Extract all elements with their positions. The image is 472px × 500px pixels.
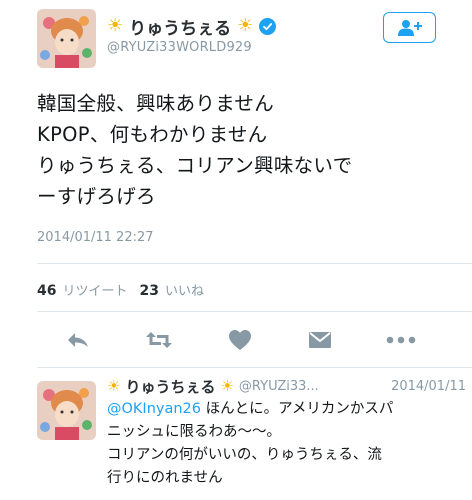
author-handle[interactable]: @RYUZi33WORLD929 (107, 40, 252, 55)
reply-text: @OKInyan26 ほんとに。アメリカンかスパ ニッシュに限るわあ～～。 コリ… (107, 398, 467, 490)
tweet-timestamp[interactable]: 2014/01/11 22:27 (37, 230, 154, 245)
reply-display-name[interactable]: りゅうちぇる (125, 376, 215, 397)
reply-icon (68, 333, 88, 347)
reply-text-line: 行りにのれません (107, 470, 223, 486)
reply-avatar[interactable] (37, 381, 96, 440)
like-label[interactable]: いいね (165, 280, 204, 299)
reply-date[interactable]: 2014/01/11 (391, 379, 472, 394)
more-icon (386, 336, 416, 344)
reply-handle[interactable]: @RYUZi33... (239, 379, 319, 394)
tweet-text-line: ーすげろげろ (37, 185, 156, 208)
retweet-label[interactable]: リツイート (62, 280, 127, 299)
divider (37, 311, 472, 312)
more-button[interactable] (381, 324, 421, 356)
tweet-text-line: KPOP、何もわかりません (37, 123, 268, 146)
avatar-image (37, 9, 96, 68)
reply-text-line: コリアンの何がいいの、りゅうちぇる、流 (107, 447, 382, 463)
mention-link[interactable]: @OKInyan26 (107, 401, 201, 417)
tweet-text-line: 韓国全般、興味ありません (37, 92, 275, 115)
display-name[interactable]: りゅうちぇる (129, 14, 231, 39)
like-button[interactable] (224, 324, 256, 356)
reply-text-line: @OKInyan26 ほんとに。アメリカンかスパ (107, 398, 467, 421)
sun-icon: ☀ (107, 15, 124, 36)
tweet-detail: ☀ りゅうちぇる ☀ @RYUZi33WORLD929 韓国全般、興味ありません… (0, 0, 472, 500)
divider (37, 263, 472, 264)
heart-icon (229, 330, 251, 350)
like-count[interactable]: 23 (140, 283, 159, 299)
retweet-icon (146, 332, 172, 348)
verified-badge-icon (259, 17, 277, 35)
tweet-stats: 46 リツイート 23 いいね (37, 280, 204, 299)
action-bar (37, 324, 437, 356)
retweet-count[interactable]: 46 (37, 283, 56, 299)
avatar-image (37, 381, 96, 440)
follow-button[interactable] (383, 12, 436, 43)
sun-icon: ☀ (107, 376, 121, 395)
tweet-text: 韓国全般、興味ありません KPOP、何もわかりません りゅうちぇる、コリアン興味… (37, 88, 447, 212)
sun-icon: ☀ (220, 376, 234, 395)
sun-icon: ☀ (237, 15, 254, 36)
author-name-row[interactable]: ☀ りゅうちぇる ☀ (107, 13, 277, 39)
reply-header: ☀ りゅうちぇる ☀ @RYUZi33... 2014/01/11 (107, 375, 472, 397)
envelope-icon (309, 332, 331, 348)
avatar[interactable] (37, 9, 96, 68)
retweet-button[interactable] (143, 324, 175, 356)
tweet-text-line: りゅうちぇる、コリアン興味ないで (37, 154, 353, 177)
reply-button[interactable] (62, 324, 94, 356)
direct-message-button[interactable] (304, 324, 336, 356)
reply-text-line: ニッシュに限るわあ～～。 (107, 424, 281, 440)
reply-text-fragment: ほんとに。アメリカンかスパ (201, 401, 394, 417)
add-user-icon (397, 19, 422, 36)
divider (37, 367, 472, 368)
